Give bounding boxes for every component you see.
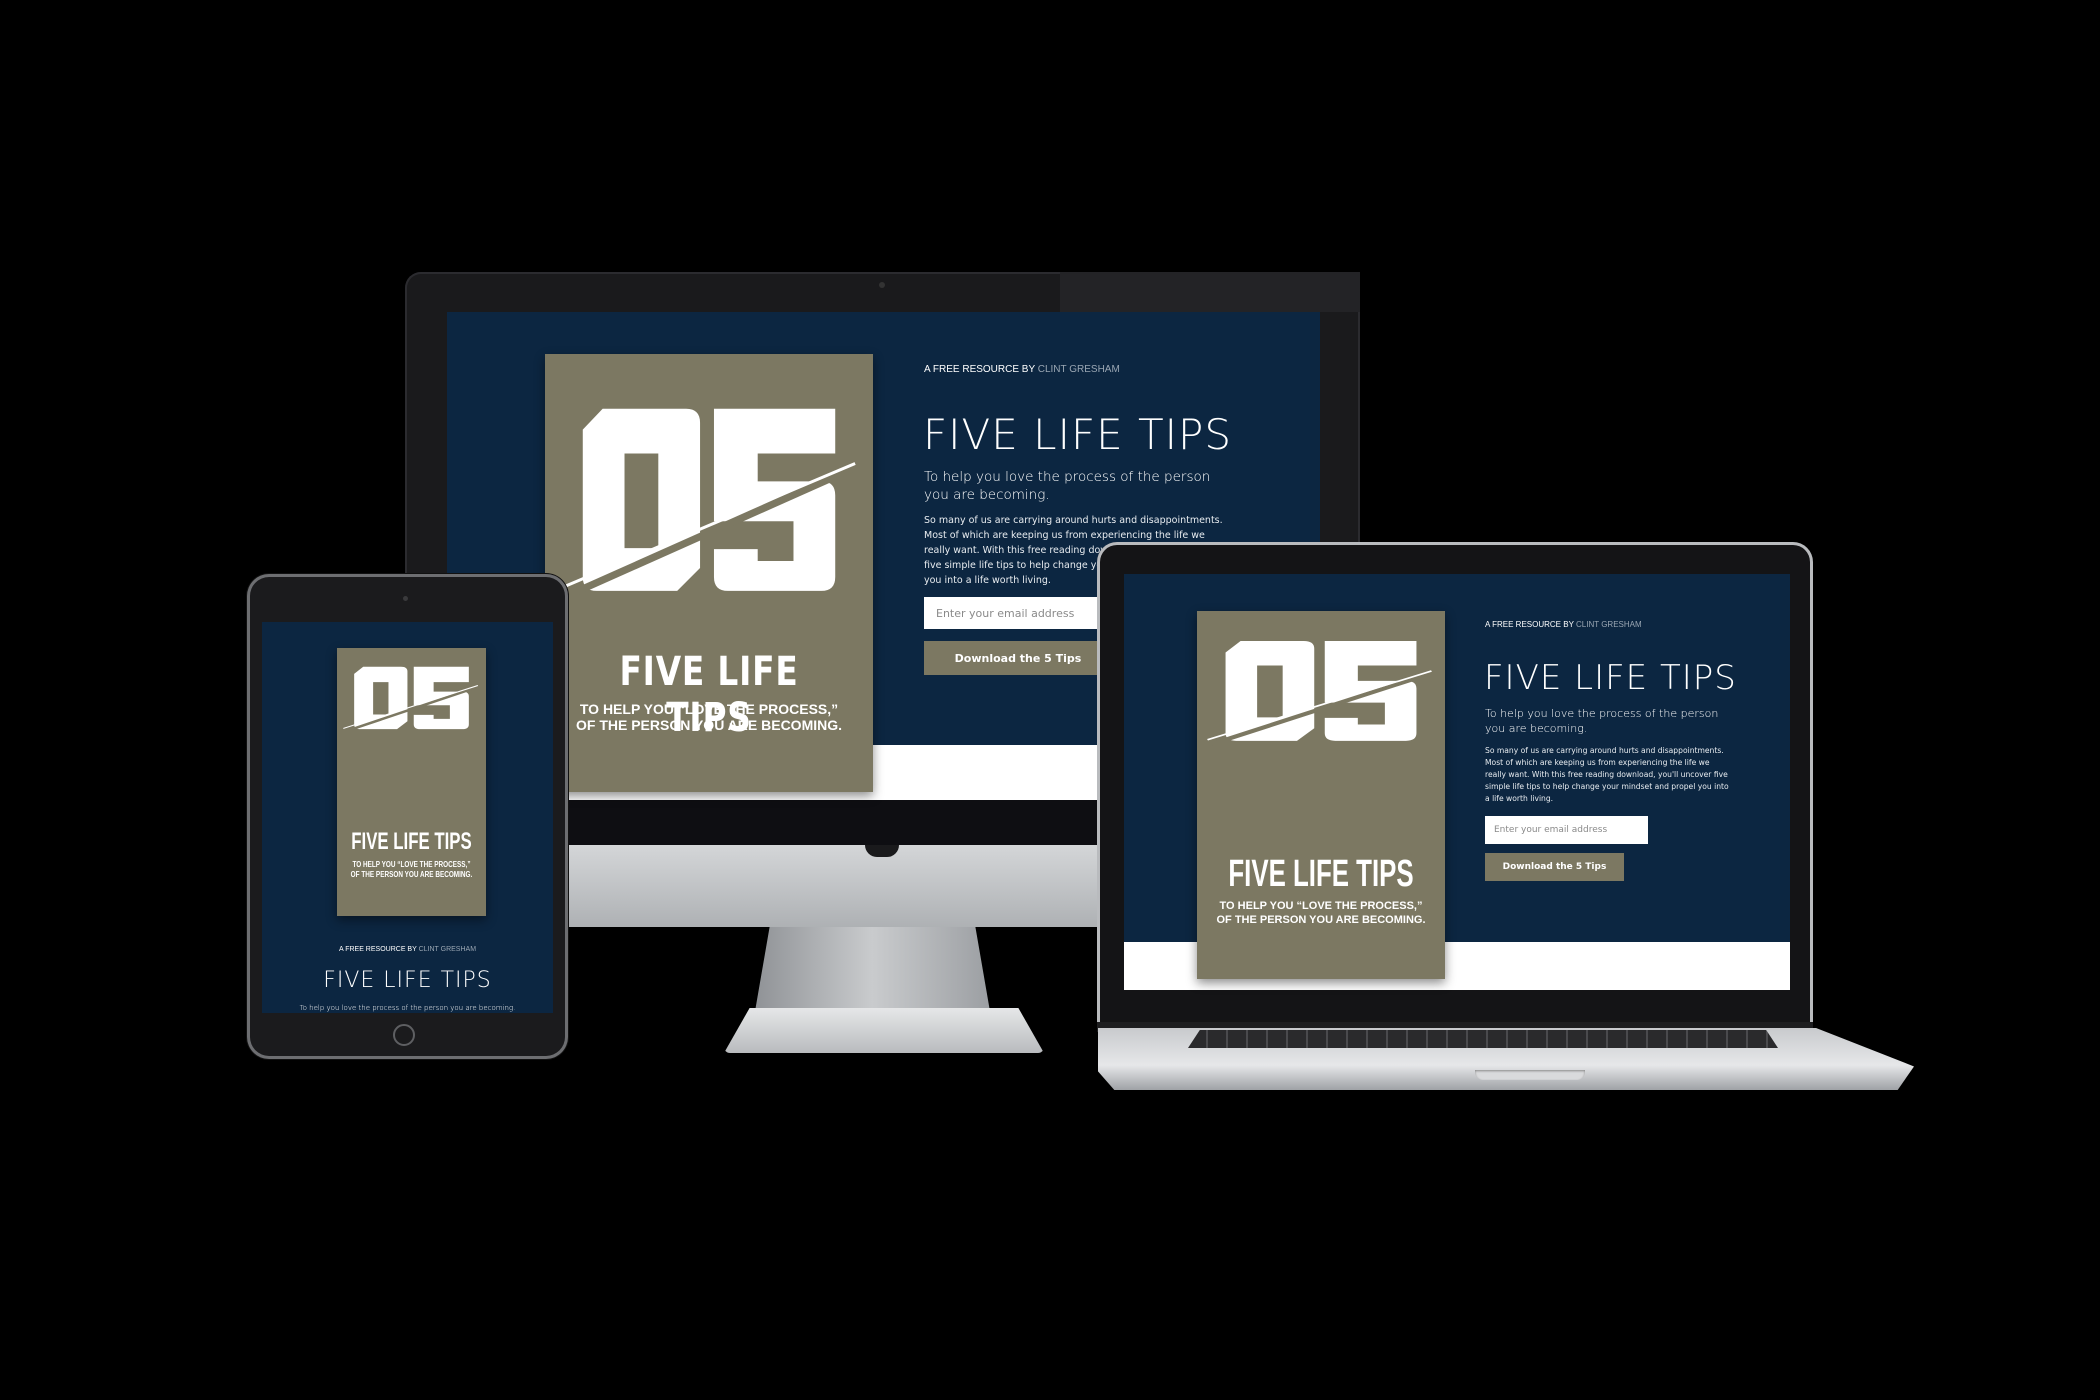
laptop-kicker: A FREE RESOURCE BY CLINT GRESHAM — [1485, 620, 1642, 629]
tablet-cover-tagline-2: OF THE PERSON YOU ARE BECOMING. — [350, 870, 473, 879]
laptop-trackpad-notch — [1475, 1070, 1585, 1080]
imac-stand-foot — [724, 1008, 1044, 1053]
imac-kicker-prefix: A FREE RESOURCE BY — [924, 364, 1035, 375]
laptop-author-link[interactable]: CLINT GRESHAM — [1576, 620, 1642, 629]
imac-cover-tagline-1: TO HELP YOU “LOVE THE PROCESS,” — [579, 701, 839, 717]
laptop-cover-title: FIVE LIFE TIPS — [1228, 853, 1414, 895]
camera-dot-icon — [403, 596, 408, 601]
imac-subtitle: To help you love the process of the pers… — [924, 469, 1211, 503]
imac-email-input[interactable] — [924, 597, 1112, 629]
tablet-subtitle: To help you love the process of the pers… — [299, 1004, 516, 1012]
tablet-kicker: A FREE RESOURCE BY CLINT GRESHAM — [262, 946, 553, 953]
tablet-kicker-prefix: A FREE RESOURCE BY — [338, 946, 417, 953]
imac-book-cover: 05 FIVE LIFE TIPS TO HELP YOU “LOVE THE … — [545, 354, 873, 792]
tablet-cover-tagline-1: TO HELP YOU “LOVE THE PROCESS,” — [352, 860, 471, 869]
tablet-screen: FIVE LIFE TIPS TO HELP YOU “LOVE THE PRO… — [262, 622, 553, 1013]
laptop-body: So many of us are carrying around hurts … — [1485, 746, 1729, 803]
imac-stand — [754, 927, 991, 1012]
camera-dot-icon — [879, 282, 885, 288]
laptop-book-cover: FIVE LIFE TIPS TO HELP YOU “LOVE THE PRO… — [1197, 611, 1445, 979]
laptop-email-input[interactable] — [1485, 816, 1648, 844]
laptop-keyboard — [1188, 1030, 1778, 1048]
laptop-page-title: FIVE LIFE TIPS — [1484, 658, 1737, 698]
laptop-cover-tagline-2: OF THE PERSON YOU ARE BECOMING. — [1216, 914, 1426, 926]
imac-author-link[interactable]: CLINT GRESHAM — [1038, 364, 1120, 375]
laptop-download-button[interactable]: Download the 5 Tips — [1485, 853, 1624, 881]
imac-page-title: FIVE LIFE TIPS — [923, 410, 1233, 459]
imac-reflection — [1060, 272, 1360, 312]
tablet-page-title: FIVE LIFE TIPS — [323, 968, 492, 993]
laptop-subtitle: To help you love the process of the pers… — [1485, 707, 1719, 735]
tablet-book-cover: FIVE LIFE TIPS TO HELP YOU “LOVE THE PRO… — [337, 648, 486, 916]
apple-logo-icon — [865, 845, 899, 857]
imac-kicker: A FREE RESOURCE BY CLINT GRESHAM — [924, 364, 1120, 375]
tablet-author-link[interactable]: CLINT GRESHAM — [419, 946, 476, 953]
tablet-cover-title: FIVE LIFE TIPS — [351, 828, 472, 855]
imac-cover-tagline-2: OF THE PERSON YOU ARE BECOMING. — [575, 717, 843, 733]
circle-button-icon[interactable] — [393, 1024, 415, 1046]
laptop-cover-tagline-1: TO HELP YOU “LOVE THE PROCESS,” — [1219, 900, 1423, 912]
laptop-kicker-prefix: A FREE RESOURCE BY — [1485, 620, 1574, 629]
imac-download-button[interactable]: Download the 5 Tips — [924, 641, 1112, 675]
